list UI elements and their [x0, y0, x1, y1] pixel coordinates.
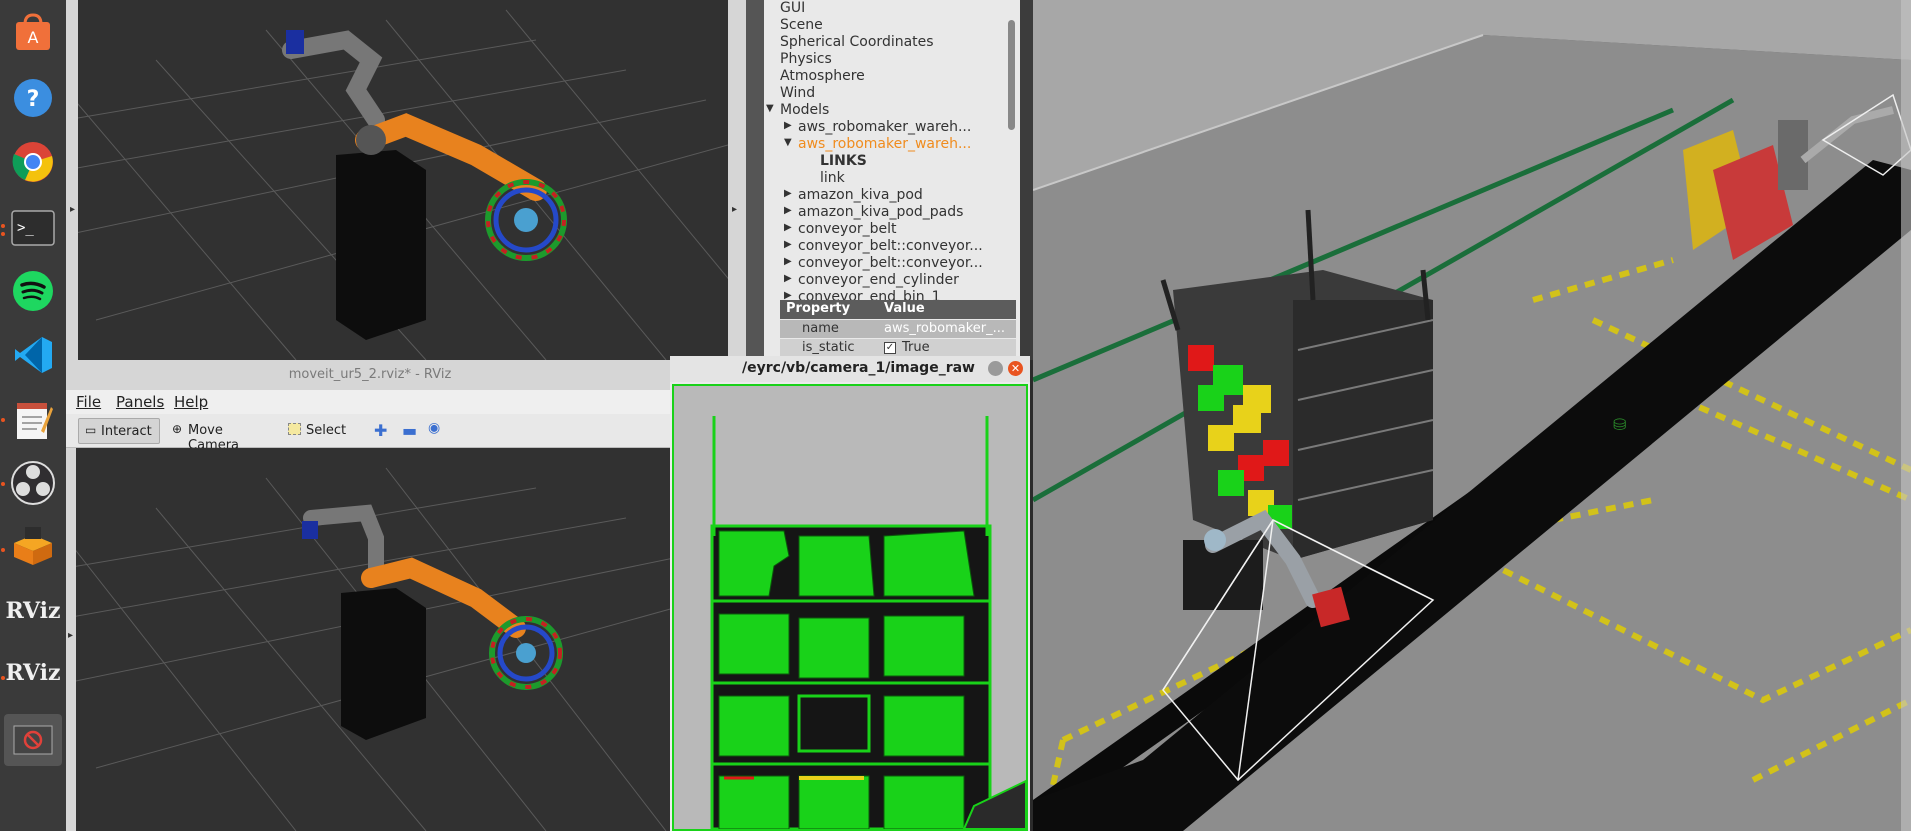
- tree-item-label: Physics: [780, 51, 832, 67]
- window-title: /eyrc/vb/camera_1/image_raw: [742, 360, 975, 376]
- menu-panels[interactable]: Panels: [116, 393, 164, 411]
- camera-image: [672, 384, 1028, 831]
- vscode-icon[interactable]: [8, 330, 58, 380]
- property-value: aws_robomaker_...: [884, 321, 1006, 336]
- camera-icon: ⊕: [172, 422, 183, 436]
- expand-right-icon[interactable]: ▶: [784, 239, 792, 250]
- select-button[interactable]: Select: [286, 418, 352, 444]
- chrome-icon[interactable]: [8, 137, 58, 187]
- blocked-icon[interactable]: [4, 714, 62, 766]
- expand-right-icon[interactable]: ▶: [784, 222, 792, 233]
- tree-item-label: LINKS: [820, 153, 867, 169]
- menu-help[interactable]: Help: [174, 393, 208, 411]
- property-row-name[interactable]: name aws_robomaker_...: [780, 320, 1016, 338]
- move-camera-button[interactable]: ⊕ Move Camera: [170, 418, 270, 453]
- tree-item-label: Spherical Coordinates: [780, 34, 934, 50]
- tree-scrollbar[interactable]: [1008, 20, 1015, 130]
- svg-text:⛁: ⛁: [1613, 415, 1626, 434]
- camera-image-window: /eyrc/vb/camera_1/image_raw ✕: [670, 356, 1030, 831]
- minimize-icon[interactable]: [988, 361, 1003, 376]
- svg-text:▸: ▸: [732, 204, 737, 215]
- window-title: moveit_ur5_2.rviz* - RViz: [288, 367, 452, 382]
- gazebo-3d-scene[interactable]: ⛁: [1033, 0, 1911, 831]
- rviz-window: moveit_ur5_2.rviz* - RViz File Panels He…: [66, 360, 674, 831]
- rviz-viewport-top[interactable]: ▸ ▸: [66, 0, 746, 360]
- expand-right-icon[interactable]: ▶: [784, 273, 792, 284]
- rviz-icon[interactable]: RViz: [5, 648, 60, 698]
- svg-text:?: ?: [27, 87, 40, 112]
- tree-item-label: conveyor_belt: [798, 221, 897, 237]
- tree-item-label: aws_robomaker_wareh...: [798, 136, 972, 152]
- tree-item-label: aws_robomaker_wareh...: [798, 119, 972, 135]
- expand-down-icon[interactable]: ▼: [784, 137, 792, 148]
- select-icon: [288, 423, 301, 435]
- svg-text:▸: ▸: [68, 630, 73, 641]
- interact-button[interactable]: ▭ Interact: [78, 418, 160, 444]
- expand-right-icon[interactable]: ▶: [784, 120, 792, 131]
- tree-item-label: Atmosphere: [780, 68, 865, 84]
- software-center-icon[interactable]: A: [8, 8, 58, 58]
- tree-item-label: GUI: [780, 0, 806, 16]
- text-editor-icon[interactable]: [8, 394, 58, 444]
- spotify-icon[interactable]: [8, 266, 58, 316]
- gazebo-world-tree[interactable]: GUI Scene Spherical Coordinates Physics Atmo…: [764, 0, 1020, 360]
- menubar: File Panels Help: [66, 390, 674, 414]
- rviz-icon[interactable]: RViz: [5, 586, 60, 636]
- tree-item-label: amazon_kiva_pod_pads: [798, 204, 964, 220]
- close-icon[interactable]: ✕: [1008, 361, 1023, 376]
- tree-item-label: conveyor_belt::conveyor...: [798, 255, 983, 271]
- terminal-icon[interactable]: >_: [8, 203, 58, 253]
- obs-icon[interactable]: [8, 458, 58, 508]
- property-table-header: Property Value: [780, 300, 1016, 319]
- window-titlebar[interactable]: moveit_ur5_2.rviz* - RViz: [66, 360, 674, 390]
- help-icon[interactable]: ?: [8, 73, 58, 123]
- tree-item-label: Models: [780, 102, 830, 118]
- window-titlebar[interactable]: /eyrc/vb/camera_1/image_raw ✕: [670, 356, 1030, 382]
- property-value: True: [902, 340, 930, 355]
- svg-text:▸: ▸: [70, 204, 75, 215]
- expand-right-icon[interactable]: ▶: [784, 205, 792, 216]
- rviz-viewport-bottom[interactable]: ▸: [66, 448, 674, 831]
- tree-item-label: conveyor_belt::conveyor...: [798, 238, 983, 254]
- svg-text:A: A: [28, 28, 39, 47]
- expand-right-icon[interactable]: ▶: [784, 188, 792, 199]
- add-tool-icon[interactable]: ✚: [374, 421, 387, 440]
- remove-tool-icon[interactable]: ▬: [402, 421, 417, 440]
- archive-icon[interactable]: [8, 522, 58, 572]
- value-header: Value: [884, 301, 925, 316]
- toolbar: ▭ Interact ⊕ Move Camera Select ✚ ▬ ◉: [66, 414, 674, 453]
- tool-properties-icon[interactable]: ◉: [428, 420, 440, 436]
- tree-item-label: link: [820, 170, 845, 186]
- is-static-checkbox[interactable]: ✓: [884, 342, 896, 354]
- expand-right-icon[interactable]: ▶: [784, 256, 792, 267]
- expand-down-icon[interactable]: ▼: [766, 103, 774, 114]
- property-header: Property: [786, 301, 851, 316]
- tree-item-label: Scene: [780, 17, 823, 33]
- cursor-icon: ▭: [85, 423, 97, 437]
- svg-text:>_: >_: [17, 220, 34, 236]
- property-row-is-static[interactable]: is_static ✓ True: [780, 339, 1016, 357]
- tree-item-label: amazon_kiva_pod: [798, 187, 923, 203]
- application-dock: A ? >_ RViz RViz: [0, 0, 66, 831]
- menu-file[interactable]: File: [76, 393, 101, 411]
- tree-item-label: Wind: [780, 85, 816, 101]
- tree-item-label: conveyor_end_cylinder: [798, 272, 959, 288]
